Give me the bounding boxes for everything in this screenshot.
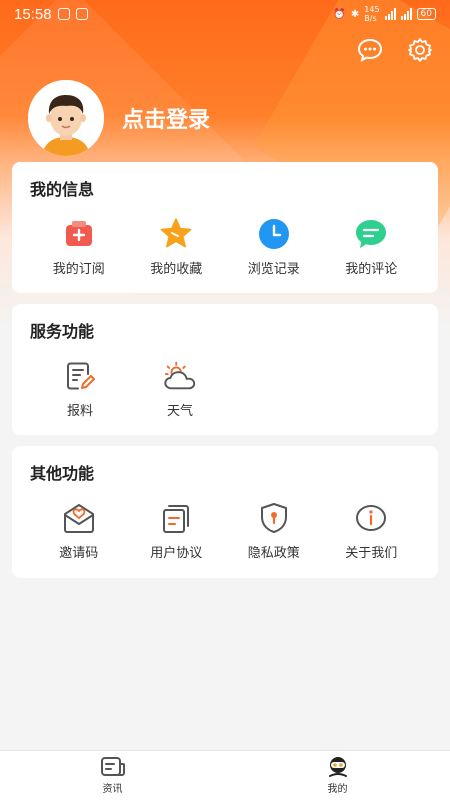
comment-icon [353,216,389,252]
news-icon [100,757,125,776]
subscription-icon [61,216,97,252]
report-icon [62,358,98,394]
signal-icon [384,8,396,20]
item-label: 浏览记录 [247,262,300,277]
nfc-icon [75,8,88,20]
status-bar: 15:58 ⏰ ✱ 145 B/s 60 [0,0,450,28]
section-title: 我的信息 [30,180,95,199]
other-functions-card: 其他功能 邀请码 用户协议 隐私政策 关于我们 [12,446,438,578]
net-speed: 145 B/s [364,5,379,23]
item-label: 报料 [66,404,93,419]
bluetooth-icon: ✱ [350,8,360,20]
info-icon [353,500,389,536]
user-agreement-item[interactable]: 用户协议 [128,500,226,561]
signal-icon [400,8,412,20]
my-favorites-item[interactable]: 我的收藏 [128,216,226,277]
bottom-tab-bar: 资讯 我的 [0,750,450,800]
services-card: 服务功能 报料 天气 [12,304,438,435]
item-label: 关于我们 [345,546,398,561]
settings-icon[interactable] [406,36,434,64]
invite-code-item[interactable]: 邀请码 [30,500,128,561]
tab-news[interactable]: 资讯 [0,751,225,800]
battery-icon: 60 [416,8,436,20]
my-info-card: 我的信息 我的订阅 我的收藏 浏览记录 我的评论 [12,162,438,293]
login-link[interactable]: 点击登录 [122,102,210,134]
section-title: 其他功能 [30,464,95,483]
mine-icon [328,757,347,777]
star-icon [158,216,194,252]
message-icon[interactable] [356,36,384,64]
item-label: 隐私政策 [247,546,300,561]
my-comments-item[interactable]: 我的评论 [323,216,421,277]
about-us-item[interactable]: 关于我们 [323,500,421,561]
tab-mine[interactable]: 我的 [225,751,450,800]
tab-label: 资讯 [102,784,123,795]
item-label: 我的订阅 [52,262,105,277]
header-actions [356,36,434,64]
status-time: 15:58 [14,5,52,23]
net-speed-unit: B/s [364,14,377,23]
item-label: 我的收藏 [150,262,203,277]
agreement-icon [158,500,194,536]
notification-icon [57,8,70,20]
my-subscription-item[interactable]: 我的订阅 [30,216,128,277]
net-speed-value: 145 [364,5,380,14]
browse-history-item[interactable]: 浏览记录 [225,216,323,277]
section-title: 服务功能 [30,322,95,341]
weather-item[interactable]: 天气 [130,358,230,419]
privacy-shield-icon [256,500,292,536]
profile-header[interactable]: 点击登录 [28,80,210,156]
item-label: 天气 [166,404,193,419]
weather-icon [162,358,198,394]
item-label: 我的评论 [345,262,398,277]
clock-icon [256,216,292,252]
alarm-icon: ⏰ [333,8,346,20]
tab-label: 我的 [327,784,348,795]
invite-mail-icon [61,500,97,536]
privacy-policy-item[interactable]: 隐私政策 [225,500,323,561]
avatar[interactable] [28,80,104,156]
report-item[interactable]: 报料 [30,358,130,419]
item-label: 邀请码 [59,546,99,561]
item-label: 用户协议 [150,546,203,561]
